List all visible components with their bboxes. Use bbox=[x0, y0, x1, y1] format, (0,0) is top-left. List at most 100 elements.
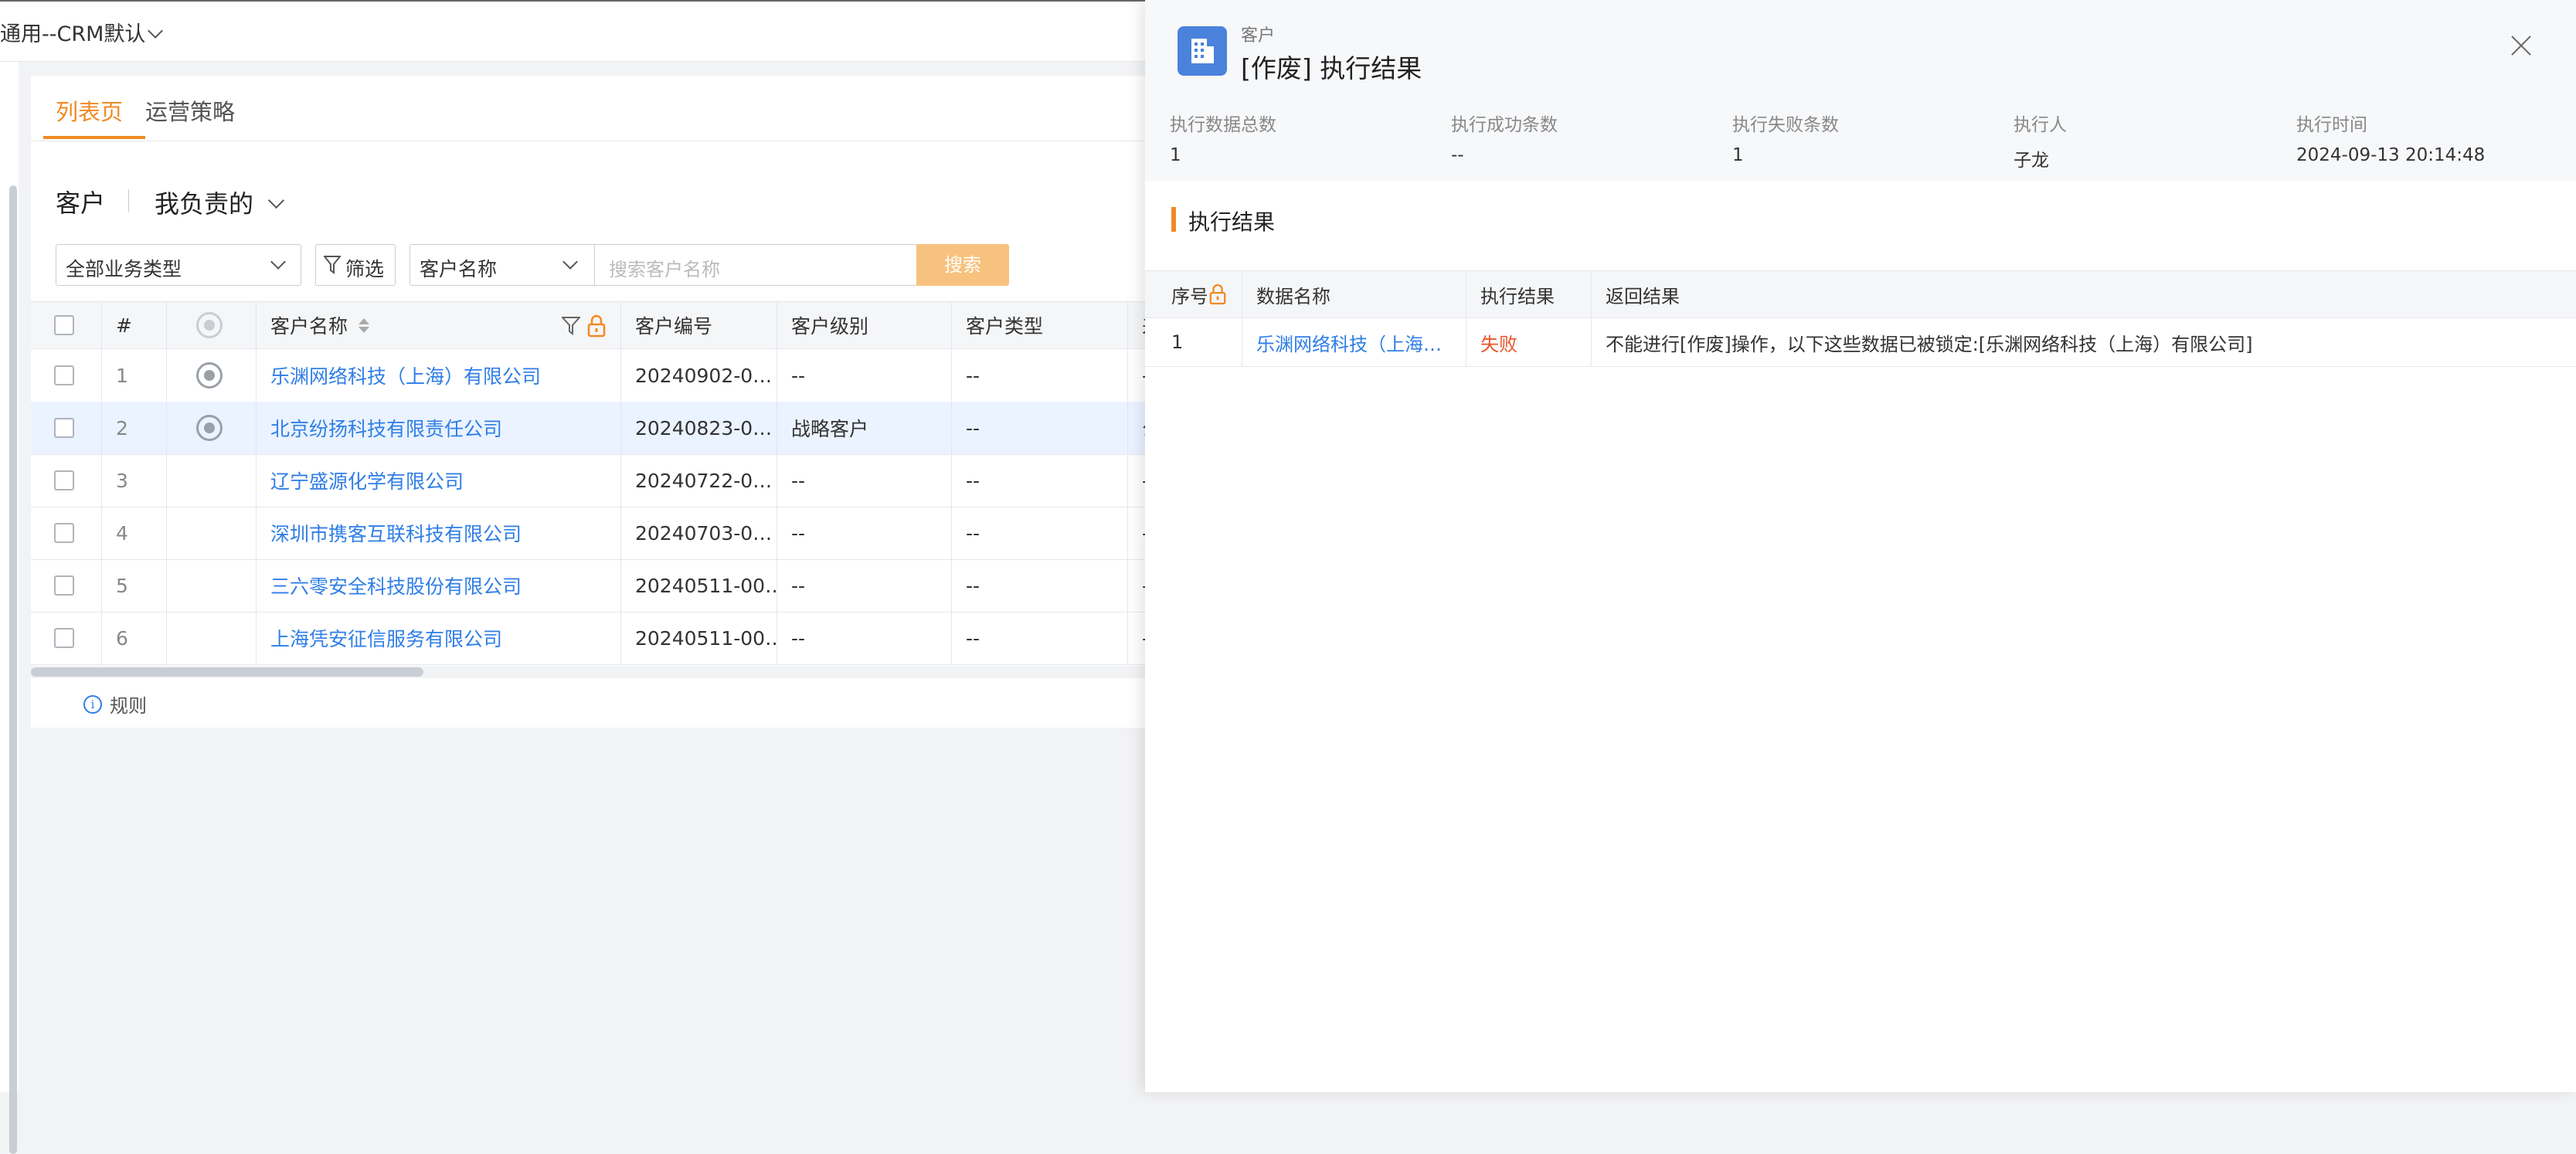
row-index: 6 bbox=[102, 612, 167, 664]
customer-level: 战略客户 bbox=[777, 402, 952, 454]
customer-name-link[interactable]: 辽宁盛源化学有限公司 bbox=[257, 454, 621, 507]
customer-level: -- bbox=[777, 612, 952, 664]
header-return-result: 返回结果 bbox=[1606, 285, 1680, 307]
customer-level: -- bbox=[777, 349, 952, 402]
row-checkbox-cell bbox=[31, 402, 102, 454]
lock-icon bbox=[587, 314, 606, 338]
horizontal-scrollbar-thumb[interactable] bbox=[31, 667, 423, 677]
close-icon[interactable] bbox=[2510, 34, 2533, 57]
tab-list-page[interactable]: 列表页 bbox=[56, 94, 123, 127]
result-row: 1 乐渊网络科技（上海… 失败 不能进行[作废]操作，以下这些数据已被锁定:[乐… bbox=[1145, 318, 2576, 367]
sort-icon[interactable] bbox=[359, 317, 370, 333]
table-row[interactable]: 6 上海凭安征信服务有限公司 20240511-00… -- -- -- bbox=[31, 612, 1190, 665]
horizontal-scrollbar[interactable] bbox=[31, 666, 1190, 678]
app-title: 通用--CRM默认 bbox=[0, 22, 146, 46]
result-table: 序号 数据名称 执行结果 返回结果 1 乐渊网络科技（上海… 失败 不能进行[作… bbox=[1145, 270, 2576, 367]
row-checkbox-cell bbox=[31, 454, 102, 507]
table-row[interactable]: 3 辽宁盛源化学有限公司 20240722-0… -- -- -- bbox=[31, 454, 1190, 507]
left-rail bbox=[0, 62, 19, 1154]
search-button[interactable]: 搜索 bbox=[916, 244, 1009, 286]
customer-name-link[interactable]: 乐渊网络科技（上海）有限公司 bbox=[257, 349, 621, 402]
stat-total: 执行数据总数 1 bbox=[1170, 110, 1276, 165]
table-row[interactable]: 5 三六零安全科技股份有限公司 20240511-00… -- -- -- bbox=[31, 559, 1190, 613]
rules-label: 规则 bbox=[110, 695, 147, 717]
customer-code: 20240902-0… bbox=[621, 349, 777, 402]
header-seq-label: 序号 bbox=[1171, 285, 1207, 307]
table-header-row: # 客户名称 客户编号 客户级别 客户类型 来 bbox=[31, 302, 1190, 349]
row-checkbox[interactable] bbox=[54, 365, 74, 385]
list-card: 列表页 运营策略 客户 我负责的 全部业务类型 筛选 客户名称 搜索客户名称 搜… bbox=[31, 76, 1190, 728]
business-type-select[interactable]: 全部业务类型 bbox=[56, 244, 301, 286]
row-checkbox[interactable] bbox=[54, 470, 74, 490]
customer-type: -- bbox=[952, 507, 1128, 559]
filter-button-label: 筛选 bbox=[345, 258, 385, 280]
rules-link[interactable]: i 规则 bbox=[83, 691, 147, 718]
stat-value: 1 bbox=[1732, 145, 1744, 165]
header-target-cell bbox=[167, 302, 257, 348]
stat-label: 执行失败条数 bbox=[1732, 115, 1839, 135]
chevron-down-icon bbox=[270, 254, 286, 270]
row-checkbox[interactable] bbox=[54, 523, 74, 543]
customer-name-link[interactable]: 北京纷扬科技有限责任公司 bbox=[257, 402, 621, 454]
row-target-cell bbox=[167, 559, 257, 612]
row-checkbox-cell bbox=[31, 507, 102, 559]
result-seq: 1 bbox=[1145, 318, 1242, 366]
row-index: 2 bbox=[102, 402, 167, 454]
header-data-name: 数据名称 bbox=[1242, 271, 1466, 317]
row-target-cell bbox=[167, 454, 257, 507]
customer-type: -- bbox=[952, 402, 1128, 454]
search-input[interactable]: 搜索客户名称 bbox=[595, 244, 919, 286]
row-target-cell bbox=[167, 612, 257, 664]
row-checkbox[interactable] bbox=[54, 418, 74, 438]
object-type-label: 客户 bbox=[1241, 26, 1276, 46]
customer-name-link[interactable]: 三六零安全科技股份有限公司 bbox=[257, 559, 621, 612]
customer-level: -- bbox=[777, 507, 952, 559]
result-data-name-link[interactable]: 乐渊网络科技（上海… bbox=[1242, 318, 1466, 366]
row-checkbox[interactable] bbox=[54, 575, 74, 596]
customer-level: -- bbox=[777, 454, 952, 507]
stat-executor: 执行人 子龙 bbox=[2014, 110, 2067, 171]
row-target-cell bbox=[167, 507, 257, 559]
tab-operation-strategy[interactable]: 运营策略 bbox=[145, 94, 235, 127]
customer-type: -- bbox=[952, 349, 1128, 402]
customer-type: -- bbox=[952, 454, 1128, 507]
customer-name-link[interactable]: 上海凭安征信服务有限公司 bbox=[257, 612, 621, 664]
search-placeholder: 搜索客户名称 bbox=[609, 259, 720, 280]
table-row[interactable]: 2 北京纷扬科技有限责任公司 20240823-0… 战略客户 -- 公 bbox=[31, 402, 1190, 455]
target-icon[interactable] bbox=[196, 415, 223, 441]
row-checkbox[interactable] bbox=[54, 628, 74, 648]
stat-label: 执行数据总数 bbox=[1170, 115, 1276, 135]
stat-exec-time: 执行时间 2024-09-13 20:14:48 bbox=[2296, 110, 2485, 165]
target-icon[interactable] bbox=[196, 362, 223, 389]
header-seq: 序号 bbox=[1145, 271, 1242, 317]
scope-label: 我负责的 bbox=[155, 189, 254, 219]
header-index: # bbox=[102, 302, 167, 348]
table-row[interactable]: 4 深圳市携客互联科技有限公司 20240703-0… -- -- -- bbox=[31, 507, 1190, 560]
row-index: 4 bbox=[102, 507, 167, 559]
section-title: 执行结果 bbox=[1188, 209, 1276, 235]
row-index: 5 bbox=[102, 559, 167, 612]
scope-selector[interactable]: 我负责的 bbox=[155, 185, 285, 220]
search-field-value: 客户名称 bbox=[420, 258, 498, 280]
customer-code: 20240511-00… bbox=[621, 559, 777, 612]
select-all-cell bbox=[31, 302, 102, 348]
column-filter-icon[interactable] bbox=[562, 316, 580, 336]
vertical-scrollbar[interactable] bbox=[9, 185, 17, 1154]
stat-label: 执行成功条数 bbox=[1451, 115, 1558, 135]
header-customer-name[interactable]: 客户名称 bbox=[257, 302, 621, 348]
header-customer-type: 客户类型 bbox=[952, 302, 1128, 348]
building-icon bbox=[1178, 26, 1227, 76]
business-type-value: 全部业务类型 bbox=[66, 258, 182, 280]
stat-success: 执行成功条数 -- bbox=[1451, 110, 1558, 165]
customer-name-link[interactable]: 深圳市携客互联科技有限公司 bbox=[257, 507, 621, 559]
search-field-select[interactable]: 客户名称 bbox=[410, 244, 595, 286]
select-all-checkbox[interactable] bbox=[54, 315, 74, 335]
drawer-title: [作废] 执行结果 bbox=[1241, 53, 1422, 83]
drawer-header: 客户 [作废] 执行结果 执行数据总数 1 执行成功条数 -- 执行失败条数 1… bbox=[1145, 0, 2576, 181]
table-row[interactable]: 1 乐渊网络科技（上海）有限公司 20240902-0… -- -- -- bbox=[31, 349, 1190, 402]
stat-label: 执行时间 bbox=[2296, 115, 2367, 135]
customer-type: -- bbox=[952, 612, 1128, 664]
app-switcher[interactable]: 通用--CRM默认 bbox=[0, 17, 164, 47]
customer-code: 20240703-0… bbox=[621, 507, 777, 559]
filter-button[interactable]: 筛选 bbox=[315, 244, 396, 286]
